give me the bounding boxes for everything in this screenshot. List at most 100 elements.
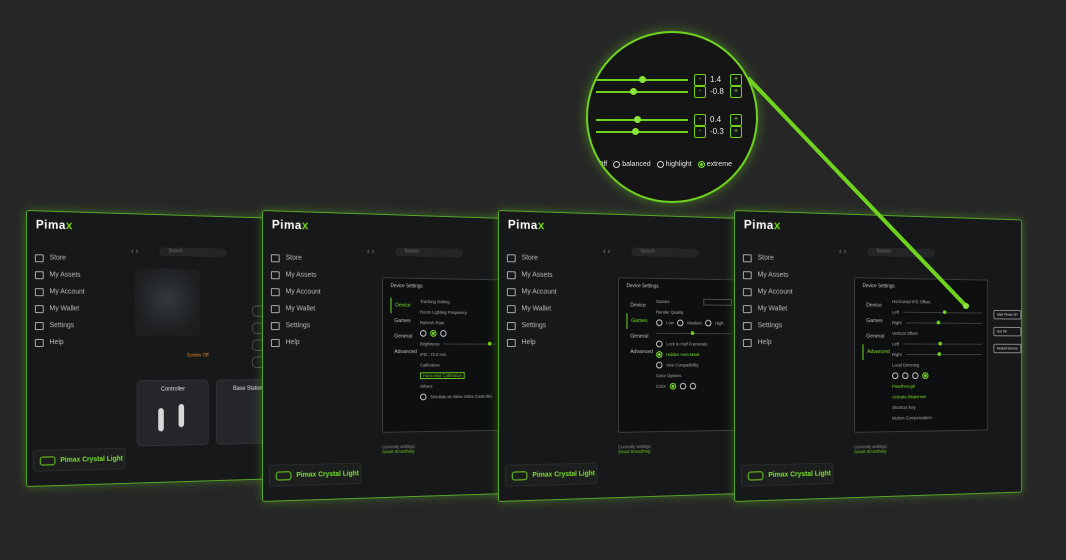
dimming-radio[interactable] [892,372,898,379]
games-dropdown[interactable] [703,299,732,306]
plus-button[interactable]: + [730,86,742,98]
sidebar-item-help[interactable]: Help [743,334,793,351]
color-radio[interactable] [680,383,686,390]
quality-radio[interactable] [677,320,683,327]
dimming-option-extreme[interactable]: extreme [698,161,732,168]
dimming-option-balanced[interactable]: balanced [613,161,650,168]
sidebar-item-account[interactable]: My Account [507,283,557,301]
quality-radio[interactable] [656,319,662,326]
minus-button[interactable]: - [694,126,706,138]
sidebar-item-wallet[interactable]: My Wallet [743,300,793,317]
quality-radio[interactable] [705,320,711,327]
sidebar-item-settings[interactable]: Settings [271,317,321,334]
back-forward-arrows[interactable]: ‹ › [603,247,610,256]
sidebar-item-store[interactable]: Store [743,249,793,267]
sidebar-item-account[interactable]: My Account [271,283,321,301]
checkbox[interactable] [656,362,662,369]
get-tilt-button[interactable]: Get Tilt [993,327,1021,337]
slider-knob[interactable] [691,331,695,335]
slider-knob[interactable] [939,342,943,346]
checkbox[interactable] [656,341,662,348]
dimming-option-highlight[interactable]: highlight [657,161,692,168]
brightness-slider[interactable] [443,344,496,345]
sidebar-item-assets[interactable]: My Assets [35,266,85,284]
zoom-slider-knob[interactable] [634,116,641,123]
tab-device[interactable]: Device [391,298,420,314]
plus-button[interactable]: + [730,126,742,138]
search-input[interactable]: Search [159,247,227,257]
dimming-radio[interactable] [912,372,918,379]
h-right-slider[interactable] [905,322,982,324]
back-forward-arrows[interactable]: ‹ › [131,246,138,255]
sidebar-item-store[interactable]: Store [271,249,321,267]
tab-games[interactable]: Games [863,313,891,329]
zoom-slider-knob[interactable] [632,128,639,135]
sidebar-item-assets[interactable]: My Assets [507,266,557,284]
product-bar[interactable]: Pimax Crystal Light [269,463,362,487]
v-left-slider[interactable] [903,343,982,344]
minus-button[interactable]: - [694,74,706,86]
dimming-radio[interactable] [902,372,908,379]
sidebar-item-account[interactable]: My Account [743,283,793,301]
tab-general[interactable]: General [863,329,891,345]
color-radio[interactable] [670,383,676,390]
h-left-slider[interactable] [903,312,982,314]
color-radio[interactable] [690,383,696,390]
search-input[interactable]: Search [867,247,935,257]
start-pimax-vr-button[interactable]: Start Pimax VR [993,310,1021,320]
quality-slider[interactable] [656,333,732,334]
zoom-slider-knob[interactable] [639,76,646,83]
tab-games[interactable]: Games [391,313,419,329]
controller-card[interactable]: Controller [137,380,209,447]
search-input[interactable]: Search [631,247,699,257]
slider-knob[interactable] [488,342,492,346]
sidebar-item-wallet[interactable]: My Wallet [35,300,85,317]
zoom-slider-knob[interactable] [630,88,637,95]
sidebar-item-help[interactable]: Help [271,334,321,351]
refresh-radio[interactable] [420,330,426,337]
restart-service-button[interactable]: Restart Service [993,344,1021,353]
dimming-radio[interactable] [922,372,928,379]
plus-button[interactable]: + [730,74,742,86]
checkbox[interactable] [656,351,662,358]
slider-knob[interactable] [936,321,940,325]
tab-general[interactable]: General [391,329,419,345]
refresh-radio[interactable] [440,330,446,337]
sidebar-item-wallet[interactable]: My Wallet [271,300,321,317]
sidebar-item-help[interactable]: Help [507,334,557,351]
refresh-radio[interactable] [430,330,436,337]
sidebar-item-wallet[interactable]: My Wallet [507,300,557,317]
sidebar-item-account[interactable]: My Account [35,283,85,301]
product-bar[interactable]: Pimax Crystal Light [505,463,598,487]
calibrate-button[interactable]: Horizontal Calibration [420,372,465,379]
slider-knob[interactable] [943,310,947,314]
sidebar-item-assets[interactable]: My Assets [271,266,321,284]
tab-advanced[interactable]: Advanced [391,344,419,360]
tab-advanced[interactable]: Advanced [863,344,892,360]
product-bar[interactable]: Pimax Crystal Light [741,463,834,487]
sidebar-item-store[interactable]: Store [507,249,557,267]
tab-games[interactable]: Games [627,313,656,329]
back-forward-arrows[interactable]: ‹ › [367,247,374,256]
sidebar-item-assets[interactable]: My Assets [743,266,793,284]
v-right-slider[interactable] [905,354,982,355]
tab-device[interactable]: Device [863,298,891,314]
back-forward-arrows[interactable]: ‹ › [839,247,846,256]
minus-button[interactable]: - [694,86,706,98]
sidebar-item-store[interactable]: Store [35,249,85,267]
tab-device[interactable]: Device [627,298,655,314]
sidebar-item-settings[interactable]: Settings [743,317,793,334]
product-bar[interactable]: Pimax Crystal Light [33,448,126,472]
tab-general[interactable]: General [627,329,655,345]
search-input[interactable]: Search [395,247,463,257]
minus-button[interactable]: - [694,114,706,126]
sidebar-item-settings[interactable]: Settings [35,317,85,334]
dimming-option-off[interactable]: Off [598,161,607,168]
slider-knob[interactable] [938,352,942,356]
sidebar-item-help[interactable]: Help [35,334,85,351]
plus-button[interactable]: + [730,114,742,126]
sidebar-item-settings[interactable]: Settings [507,317,557,334]
store-icon [35,254,44,262]
tab-advanced[interactable]: Advanced [627,344,655,360]
checkbox[interactable] [420,394,426,401]
